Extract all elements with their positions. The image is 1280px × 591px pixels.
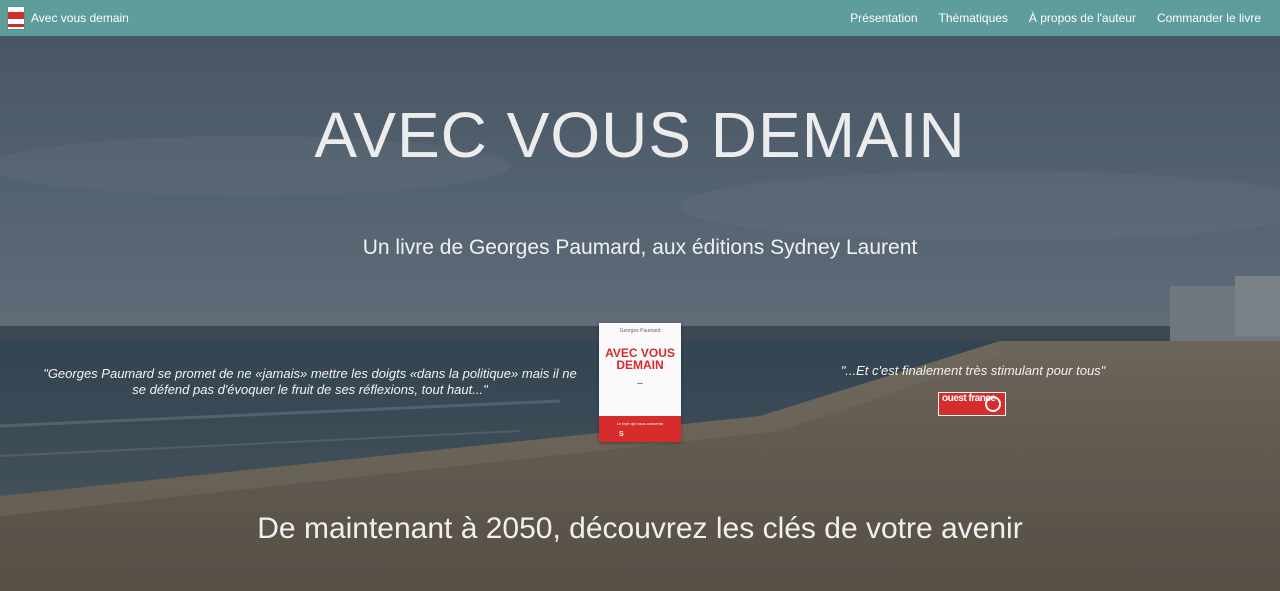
book-title: AVEC VOUS DEMAIN xyxy=(605,346,675,372)
hero-section: AVEC VOUS DEMAIN Un livre de Georges Pau… xyxy=(0,36,1280,591)
hero-tagline: De maintenant à 2050, découvrez les clés… xyxy=(257,512,1023,545)
navbar: Avec vous demain Présentation Thématique… xyxy=(0,0,1280,36)
brand-link[interactable]: Avec vous demain xyxy=(8,0,129,36)
hero-title: AVEC VOUS DEMAIN xyxy=(314,99,966,171)
brand-text: Avec vous demain xyxy=(31,11,129,25)
press-quote-left: "Georges Paumard se promet de ne «jamais… xyxy=(43,366,577,397)
hero-subtitle: Un livre de Georges Paumard, aux édition… xyxy=(362,236,918,259)
book-cover-image: Georges Paumard AVEC VOUS DEMAIN Le livr… xyxy=(599,323,681,442)
press-quote-right: "...Et c'est finalement très stimulant p… xyxy=(840,363,1106,378)
nav-link-order-book[interactable]: Commander le livre xyxy=(1157,11,1261,25)
nav-link-thematiques[interactable]: Thématiques xyxy=(939,11,1008,25)
ouest-france-logo: ouest france xyxy=(938,392,1006,416)
publisher-mark: S xyxy=(619,431,624,438)
main-nav: Présentation Thématiques À propos de l'a… xyxy=(829,0,1261,36)
nav-link-presentation[interactable]: Présentation xyxy=(850,11,917,25)
book-author: Georges Paumard xyxy=(619,328,661,334)
ouest-france-circle-icon xyxy=(985,396,1001,412)
book-logo-icon xyxy=(8,7,24,29)
book-tagline: Le livre qui vous concerne xyxy=(616,421,664,426)
nav-link-about-author[interactable]: À propos de l'auteur xyxy=(1029,11,1136,25)
book-band xyxy=(599,416,681,442)
